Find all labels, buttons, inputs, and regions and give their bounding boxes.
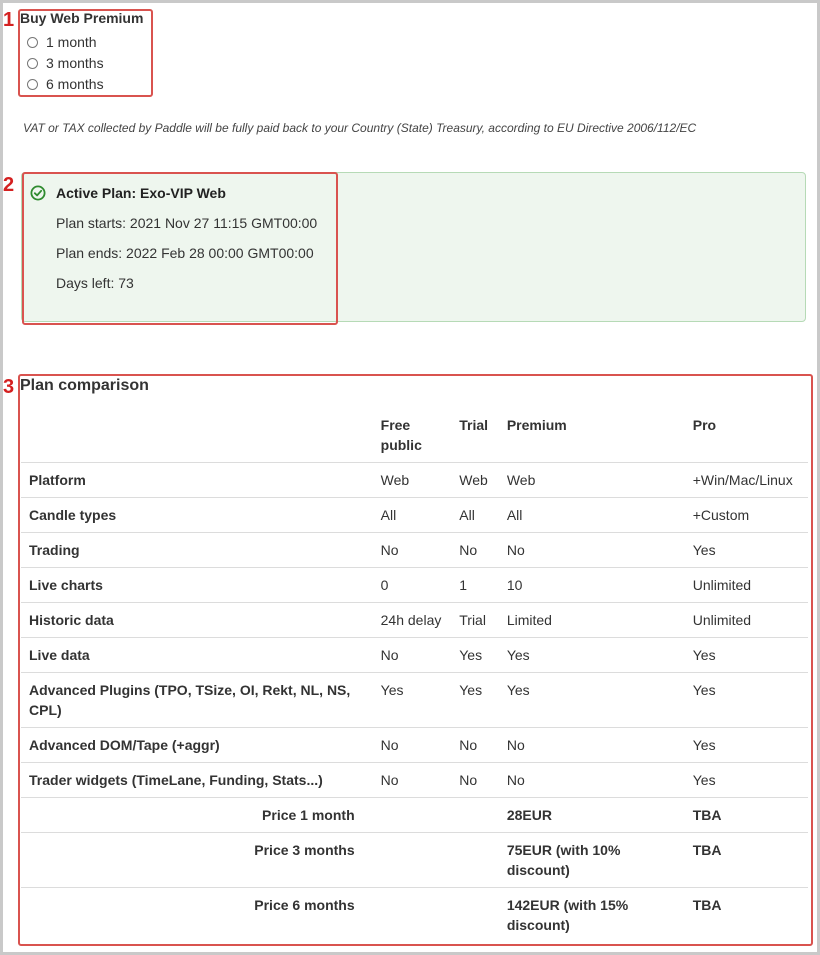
table-row: Trader widgets (TimeLane, Funding, Stats… [21,762,808,797]
annotation-marker-1: 1 [3,9,14,31]
price-label: Price 6 months [254,896,355,913]
column-header-pro: Pro [692,417,717,433]
price-premium: 75EUR (with 10% discount) [506,841,621,878]
cell-free [373,887,452,942]
cell-free: 24h delay [380,611,442,628]
cell-free: No [380,646,399,663]
cell-trial: Yes [459,646,483,663]
cell-trial: Trial [459,611,486,628]
cell-trial [451,832,499,887]
cell-free: No [380,736,399,753]
cell-free [373,797,452,832]
feature-name: Historic data [29,611,114,628]
cell-pro: Unlimited [692,611,752,628]
cell-premium: 10 [506,576,523,593]
radio-button-icon[interactable] [27,57,38,69]
radio-option-1-month[interactable]: 1 month [27,34,97,50]
table-row: Candle types All All All +Custom [21,497,808,532]
annotation-marker-2: 2 [3,174,14,196]
radio-button-icon[interactable] [27,36,38,48]
table-row: Advanced Plugins (TPO, TSize, OI, Rekt, … [21,672,808,727]
cell-premium: No [506,771,525,788]
days-left: Days left: 73 [56,275,134,291]
table-row: Trading No No No Yes [21,532,808,567]
plan-comparison-title: Plan comparison [20,377,149,394]
table-row: Advanced DOM/Tape (+aggr) No No No Yes [21,727,808,762]
column-header-trial: Trial [459,417,489,433]
cell-pro: Unlimited [692,576,752,593]
cell-pro: Yes [692,736,716,753]
cell-free: Yes [380,681,404,698]
cell-free: No [380,541,399,558]
table-header-row: Free public Trial Premium Pro [21,406,808,462]
plan-starts: Plan starts: 2021 Nov 27 11:15 GMT00:00 [56,215,318,231]
radio-button-icon[interactable] [27,78,38,90]
cell-pro: Yes [692,771,716,788]
column-header-premium: Premium [506,417,567,433]
cell-free: All [380,506,397,523]
radio-label[interactable]: 6 months [46,76,104,92]
cell-premium: All [506,506,523,523]
cell-trial [451,797,499,832]
price-pro: TBA [692,841,722,858]
price-label: Price 3 months [254,841,355,858]
column-header-feature [21,406,373,462]
cell-free: 0 [380,576,389,593]
price-pro: TBA [692,806,722,823]
cell-premium: Yes [506,681,530,698]
cell-trial: Yes [459,681,483,698]
cell-pro: Yes [692,681,716,698]
cell-pro: +Custom [692,506,750,523]
cell-trial: No [459,771,478,788]
feature-name: Live data [29,646,90,663]
cell-premium: No [506,736,525,753]
price-row-6-months: Price 6 months 142EUR (with 15% discount… [21,887,808,942]
plan-comparison-table: Free public Trial Premium Pro Platform W… [21,406,808,942]
radio-label[interactable]: 1 month [46,34,97,50]
feature-name: Candle types [29,506,117,523]
cell-trial: All [459,506,475,523]
cell-free: Web [380,471,410,488]
cell-premium: Web [506,471,536,488]
feature-name: Live charts [29,576,103,593]
check-circle-icon [30,185,46,201]
feature-name: Platform [29,471,86,488]
plan-ends: Plan ends: 2022 Feb 28 00:00 GMT00:00 [56,245,314,261]
cell-premium: No [506,541,525,558]
price-label: Price 1 month [262,806,355,823]
cell-free [373,832,452,887]
column-header-free: Free public [380,417,422,453]
cell-trial [451,887,499,942]
table-row: Live charts 0 1 10 Unlimited [21,567,808,602]
cell-trial: Web [459,471,488,488]
cell-pro: Yes [692,541,716,558]
radio-label[interactable]: 3 months [46,55,104,71]
buy-premium-title: Buy Web Premium [20,10,144,26]
feature-name: Advanced DOM/Tape (+aggr) [29,736,220,753]
feature-name: Advanced Plugins (TPO, TSize, OI, Rekt, … [29,681,351,718]
table-row: Live data No Yes Yes Yes [21,637,808,672]
cell-pro: +Win/Mac/Linux [692,471,793,488]
cell-free: No [380,771,399,788]
price-row-3-months: Price 3 months 75EUR (with 10% discount)… [21,832,808,887]
cell-trial: No [459,541,478,558]
cell-premium: Yes [506,646,530,663]
vat-note: VAT or TAX collected by Paddle will be f… [23,121,697,135]
cell-pro: Yes [692,646,716,663]
price-premium: 142EUR (with 15% discount) [506,896,629,933]
price-premium: 28EUR [506,806,552,823]
feature-name: Trader widgets (TimeLane, Funding, Stats… [29,771,323,788]
price-pro: TBA [692,896,722,913]
active-plan-title: Active Plan: Exo-VIP Web [56,185,226,201]
annotation-marker-3: 3 [3,376,14,398]
cell-premium: Limited [506,611,552,628]
price-row-1-month: Price 1 month 28EUR TBA [21,797,808,832]
radio-option-3-months[interactable]: 3 months [27,55,104,71]
cell-trial: 1 [459,576,468,593]
table-row: Platform Web Web Web +Win/Mac/Linux [21,462,808,497]
feature-name: Trading [29,541,80,558]
cell-trial: No [459,736,478,753]
table-row: Historic data 24h delay Trial Limited Un… [21,602,808,637]
radio-option-6-months[interactable]: 6 months [27,76,104,92]
